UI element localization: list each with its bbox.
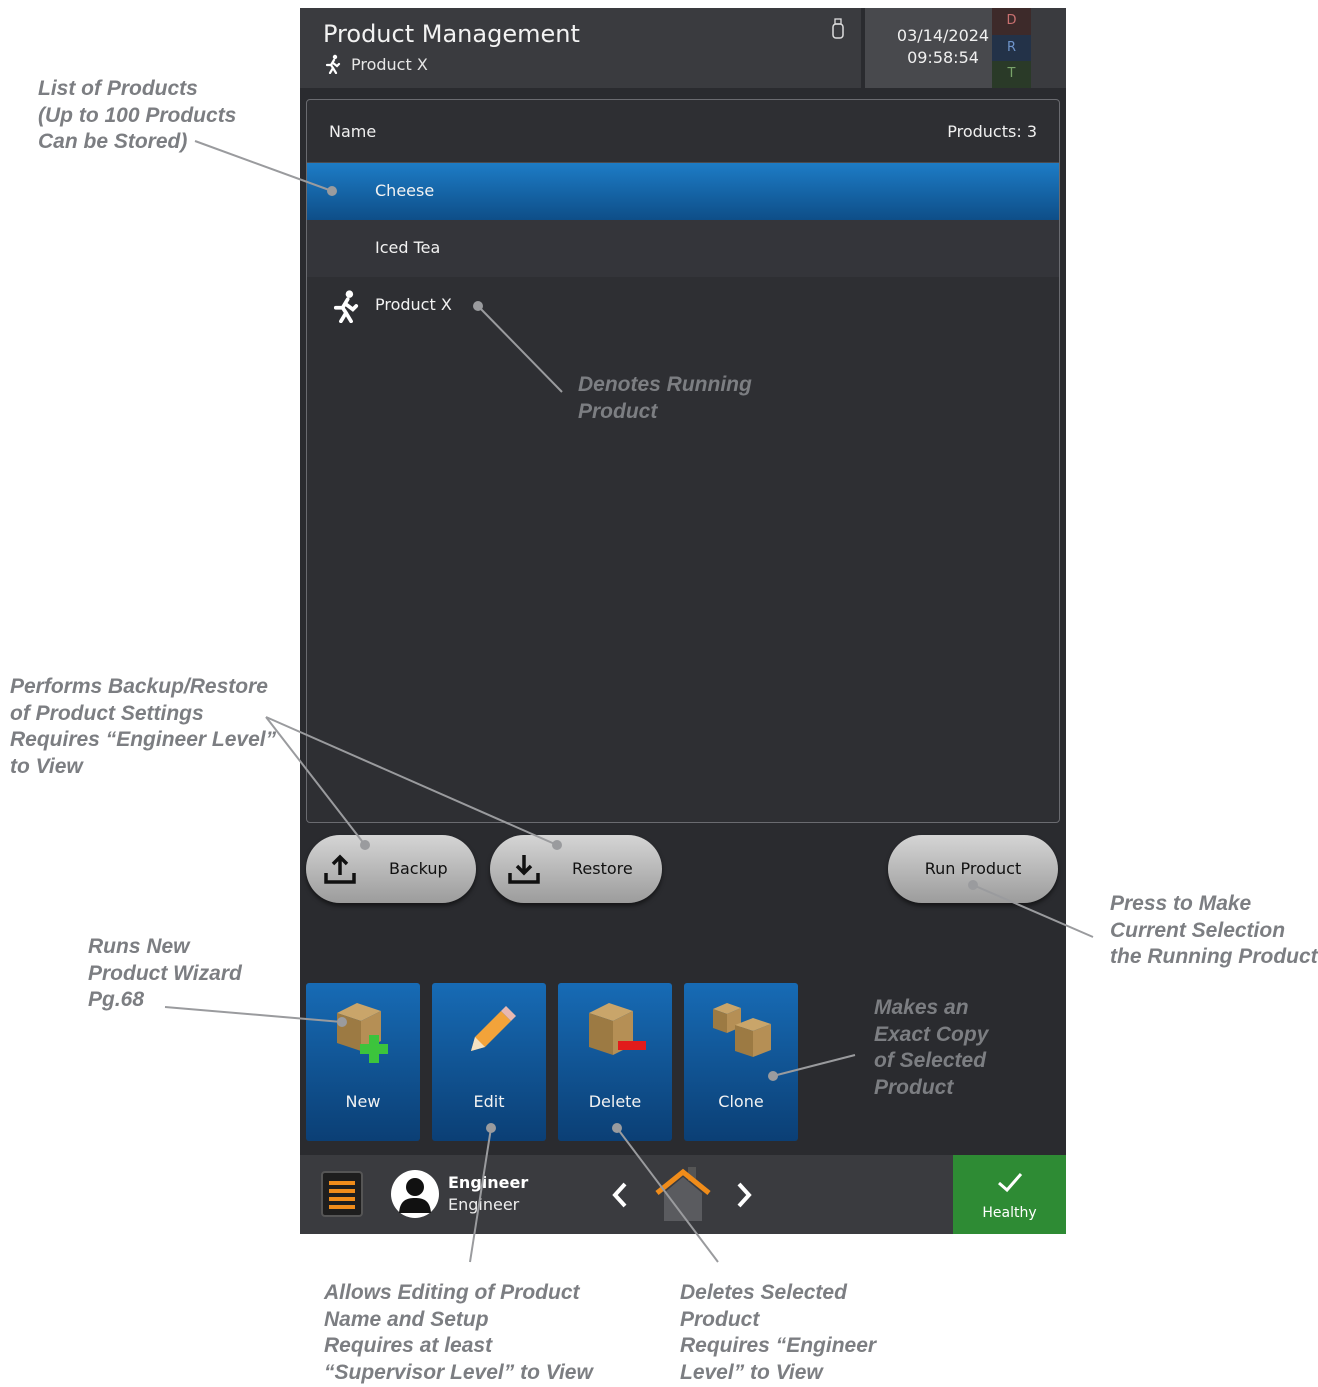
annotation-delete: Deletes Selected Product Requires “Engin…	[680, 1281, 877, 1384]
annotation-backup-restore: Performs Backup/Restore of Product Setti…	[10, 675, 277, 778]
annotation-run-product: Press to Make Current Selection the Runn…	[1110, 892, 1318, 968]
annotation-clone: Makes an Exact Copy of Selected Product	[874, 996, 989, 1099]
annotation-running-product: Denotes Running Product	[578, 373, 752, 423]
annotation-list-of-products: List of Products (Up to 100 Products Can…	[38, 77, 237, 153]
annotation-new-wizard: Runs New Product Wizard Pg.68	[88, 935, 242, 1011]
annotation-edit: Allows Editing of Product Name and Setup…	[324, 1281, 593, 1384]
